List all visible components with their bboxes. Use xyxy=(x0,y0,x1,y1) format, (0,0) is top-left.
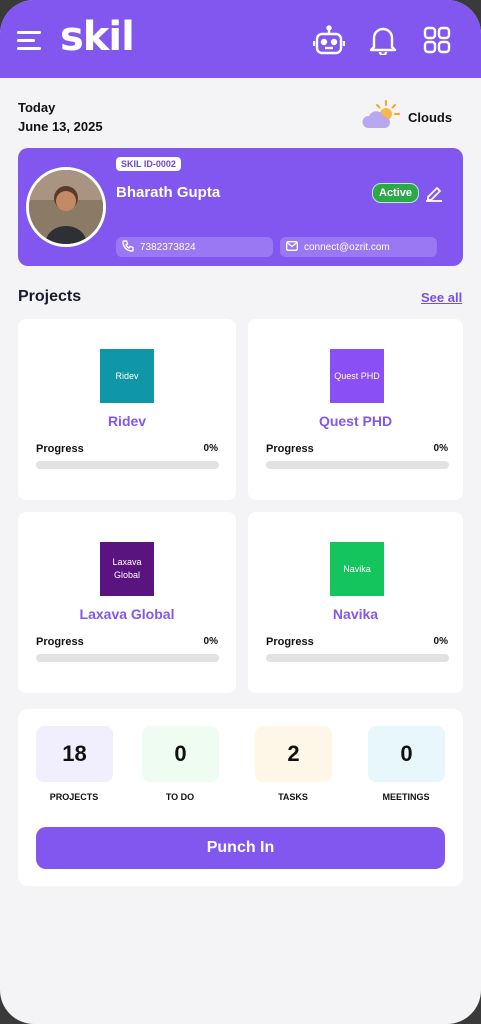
profile-card[interactable]: SKIL ID-0002 Bharath Gupta Active 738237… xyxy=(18,148,463,266)
date-label: Today xyxy=(18,100,56,115)
app-logo: skil xyxy=(60,14,135,60)
phone-number: 7382373824 xyxy=(140,241,196,253)
progress-value: 0% xyxy=(203,636,218,647)
progress-bar xyxy=(36,461,219,469)
project-logo: Ridev xyxy=(100,349,154,403)
hamburger-menu-icon[interactable] xyxy=(14,24,46,56)
progress-label: Progress xyxy=(36,636,84,648)
punch-in-button[interactable]: Punch In xyxy=(36,827,445,869)
stat-label: PROJECTS xyxy=(49,792,99,802)
grid-icon[interactable] xyxy=(421,24,453,56)
progress-label: Progress xyxy=(266,443,314,455)
date-block: Today June 13, 2025 xyxy=(18,98,103,136)
weather-label: Clouds xyxy=(408,110,453,125)
project-card[interactable]: Ridev Ridev Progress 0% xyxy=(18,319,236,500)
stat-projects[interactable]: 18 xyxy=(36,726,113,782)
bell-icon[interactable] xyxy=(367,24,399,56)
project-card[interactable]: Navika Navika Progress 0% xyxy=(248,512,463,693)
progress-value: 0% xyxy=(433,636,448,647)
phone-chip[interactable]: 7382373824 xyxy=(116,237,273,257)
progress-bar xyxy=(266,654,449,662)
projects-title: Projects xyxy=(18,288,82,305)
robot-icon[interactable] xyxy=(312,24,346,58)
date-value: June 13, 2025 xyxy=(18,119,103,134)
mail-icon xyxy=(286,240,298,254)
progress-value: 0% xyxy=(433,443,448,454)
stat-todo[interactable]: 0 xyxy=(142,726,219,782)
progress-value: 0% xyxy=(203,443,218,454)
email-address: connect@ozrit.com xyxy=(304,241,390,253)
profile-name: Bharath Gupta xyxy=(116,184,221,201)
partly-cloudy-icon xyxy=(362,100,400,135)
project-card[interactable]: Laxava Global Laxava Global Progress 0% xyxy=(18,512,236,693)
stat-meetings[interactable]: 0 xyxy=(368,726,445,782)
project-card[interactable]: Quest PHD Quest PHD Progress 0% xyxy=(248,319,463,500)
status-badge: Active xyxy=(372,183,420,203)
progress-bar xyxy=(36,654,219,662)
progress-label: Progress xyxy=(36,443,84,455)
email-chip[interactable]: connect@ozrit.com xyxy=(280,237,437,257)
project-name: Navika xyxy=(332,606,379,622)
project-name: Quest PHD xyxy=(318,413,393,429)
progress-label: Progress xyxy=(266,636,314,648)
project-name: Laxava Global xyxy=(79,606,175,622)
stats-card: 18 PROJECTS 0 TO DO 2 TASKS 0 MEETINGS P… xyxy=(18,709,463,886)
progress-bar xyxy=(266,461,449,469)
top-app-bar: skil xyxy=(0,0,481,78)
project-logo: Quest PHD xyxy=(330,349,384,403)
project-logo: Laxava Global xyxy=(100,542,154,596)
phone-icon xyxy=(122,239,134,255)
stat-label: MEETINGS xyxy=(382,792,430,802)
edit-icon[interactable] xyxy=(423,182,445,204)
stat-label: TO DO xyxy=(165,792,195,802)
skil-id-badge: SKIL ID-0002 xyxy=(116,157,181,171)
project-name: Ridev xyxy=(107,413,147,429)
see-all-link[interactable]: See all xyxy=(421,290,462,305)
stat-label: TASKS xyxy=(278,792,308,802)
weather-widget: Clouds xyxy=(362,100,452,135)
project-logo: Navika xyxy=(330,542,384,596)
stat-tasks[interactable]: 2 xyxy=(255,726,332,782)
app-screen: skil Today June 13, 2025 Clouds SKIL ID-… xyxy=(0,0,481,1024)
avatar xyxy=(26,167,106,247)
